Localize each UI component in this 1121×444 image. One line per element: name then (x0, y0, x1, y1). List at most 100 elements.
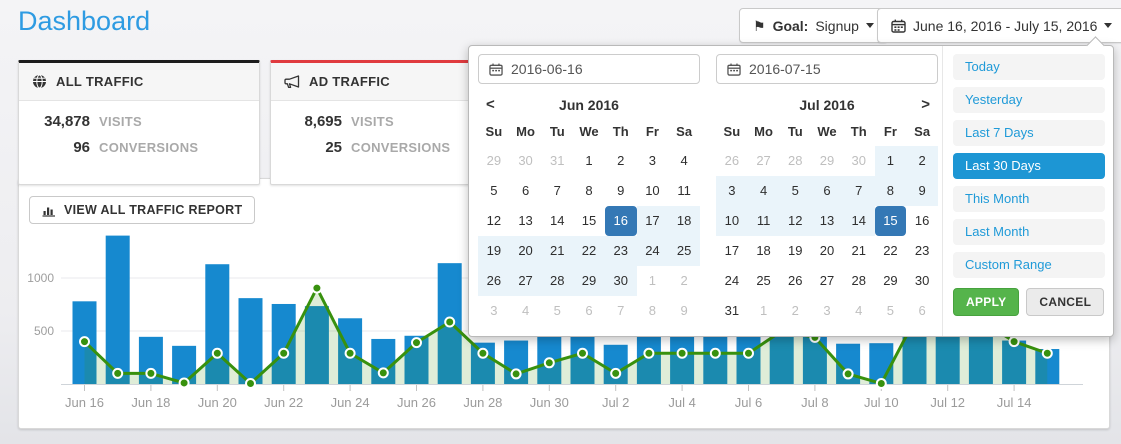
calendar-day[interactable]: 19 (478, 236, 510, 266)
chevron-left-icon[interactable]: < (480, 92, 501, 118)
calendar-day[interactable]: 26 (779, 266, 811, 296)
calendar-day[interactable]: 16 (605, 206, 637, 236)
calendar-day[interactable]: 29 (478, 146, 510, 176)
calendar-day[interactable]: 24 (716, 266, 748, 296)
conversions-point[interactable] (180, 378, 189, 387)
calendar-day[interactable]: 12 (779, 206, 811, 236)
calendar-day[interactable]: 26 (716, 146, 748, 176)
range-option-this-month[interactable]: This Month (953, 186, 1105, 212)
calendar-day[interactable]: 23 (906, 236, 938, 266)
conversions-point[interactable] (146, 369, 155, 378)
calendar-day[interactable]: 1 (748, 296, 780, 326)
calendar-day[interactable]: 5 (478, 176, 510, 206)
calendar-day[interactable]: 6 (811, 176, 843, 206)
calendar-day[interactable]: 30 (843, 146, 875, 176)
calendar-day[interactable]: 18 (748, 236, 780, 266)
calendar-day[interactable]: 31 (716, 296, 748, 326)
end-date-input[interactable]: 2016-07-15 (716, 54, 938, 84)
calendar-day[interactable]: 8 (573, 176, 605, 206)
conversions-point[interactable] (113, 369, 122, 378)
range-option-last-30-days[interactable]: Last 30 Days (953, 153, 1105, 179)
calendar-day[interactable]: 8 (637, 296, 669, 326)
calendar-day[interactable]: 1 (875, 146, 907, 176)
calendar-day[interactable]: 14 (541, 206, 573, 236)
calendar-day[interactable]: 3 (811, 296, 843, 326)
date-range-button[interactable]: June 16, 2016 - July 15, 2016 (877, 8, 1121, 43)
calendar-day[interactable]: 2 (668, 266, 700, 296)
calendar-day[interactable]: 4 (748, 176, 780, 206)
conversions-point[interactable] (744, 349, 753, 358)
calendar-day[interactable]: 11 (748, 206, 780, 236)
calendar-day[interactable]: 11 (668, 176, 700, 206)
cancel-button[interactable]: CANCEL (1026, 288, 1104, 316)
calendar-day[interactable]: 23 (605, 236, 637, 266)
calendar-day[interactable]: 10 (716, 206, 748, 236)
calendar-day[interactable]: 27 (510, 266, 542, 296)
conversions-point[interactable] (80, 337, 89, 346)
calendar-day[interactable]: 1 (637, 266, 669, 296)
calendar-day[interactable]: 3 (716, 176, 748, 206)
visits-bar[interactable] (239, 298, 263, 384)
range-option-last-month[interactable]: Last Month (953, 219, 1105, 245)
range-option-custom-range[interactable]: Custom Range (953, 252, 1105, 278)
conversions-point[interactable] (611, 369, 620, 378)
conversions-point[interactable] (1010, 337, 1019, 346)
calendar-day[interactable]: 2 (605, 146, 637, 176)
calendar-day[interactable]: 2 (906, 146, 938, 176)
calendar-day[interactable]: 30 (605, 266, 637, 296)
calendar-day[interactable]: 4 (510, 296, 542, 326)
start-date-input[interactable]: 2016-06-16 (478, 54, 700, 84)
calendar-day[interactable]: 7 (605, 296, 637, 326)
calendar-day[interactable]: 7 (541, 176, 573, 206)
conversions-point[interactable] (346, 349, 355, 358)
calendar-day[interactable]: 3 (478, 296, 510, 326)
conversions-point[interactable] (711, 349, 720, 358)
calendar-day[interactable]: 22 (875, 236, 907, 266)
calendar-day[interactable]: 13 (510, 206, 542, 236)
conversions-point[interactable] (678, 349, 687, 358)
calendar-day[interactable]: 21 (541, 236, 573, 266)
calendar-day[interactable]: 30 (906, 266, 938, 296)
calendar-day[interactable]: 6 (573, 296, 605, 326)
calendar-day[interactable]: 30 (510, 146, 542, 176)
calendar-day[interactable]: 28 (843, 266, 875, 296)
calendar-day[interactable]: 26 (478, 266, 510, 296)
calendar-day[interactable]: 4 (668, 146, 700, 176)
calendar-day[interactable]: 16 (906, 206, 938, 236)
conversions-point[interactable] (445, 317, 454, 326)
calendar-day[interactable]: 5 (541, 296, 573, 326)
conversions-point[interactable] (578, 349, 587, 358)
calendar-day[interactable]: 31 (541, 146, 573, 176)
calendar-day[interactable]: 20 (811, 236, 843, 266)
calendar-day[interactable]: 17 (637, 206, 669, 236)
calendar-day[interactable]: 22 (573, 236, 605, 266)
conversions-point[interactable] (379, 368, 388, 377)
calendar-day[interactable]: 9 (906, 176, 938, 206)
conversions-point[interactable] (412, 338, 421, 347)
apply-button[interactable]: APPLY (953, 288, 1019, 316)
goal-dropdown-button[interactable]: ⚑ Goal: Signup (739, 8, 888, 43)
range-option-today[interactable]: Today (953, 54, 1105, 80)
conversions-point[interactable] (545, 358, 554, 367)
calendar-day[interactable]: 9 (668, 296, 700, 326)
calendar-day[interactable]: 4 (843, 296, 875, 326)
calendar-day[interactable]: 3 (637, 146, 669, 176)
calendar-day[interactable]: 15 (875, 206, 907, 236)
calendar-day[interactable]: 12 (478, 206, 510, 236)
conversions-point[interactable] (478, 349, 487, 358)
calendar-day[interactable]: 29 (875, 266, 907, 296)
conversions-point[interactable] (644, 349, 653, 358)
calendar-day[interactable]: 27 (811, 266, 843, 296)
calendar-day[interactable]: 24 (637, 236, 669, 266)
conversions-point[interactable] (279, 349, 288, 358)
calendar-day[interactable]: 18 (668, 206, 700, 236)
conversions-point[interactable] (877, 379, 886, 388)
calendar-day[interactable]: 25 (748, 266, 780, 296)
calendar-day[interactable]: 6 (906, 296, 938, 326)
calendar-day[interactable]: 5 (779, 176, 811, 206)
calendar-day[interactable]: 29 (811, 146, 843, 176)
calendar-day[interactable]: 21 (843, 236, 875, 266)
calendar-day[interactable]: 9 (605, 176, 637, 206)
calendar-day[interactable]: 8 (875, 176, 907, 206)
chevron-right-icon[interactable]: > (915, 92, 936, 118)
